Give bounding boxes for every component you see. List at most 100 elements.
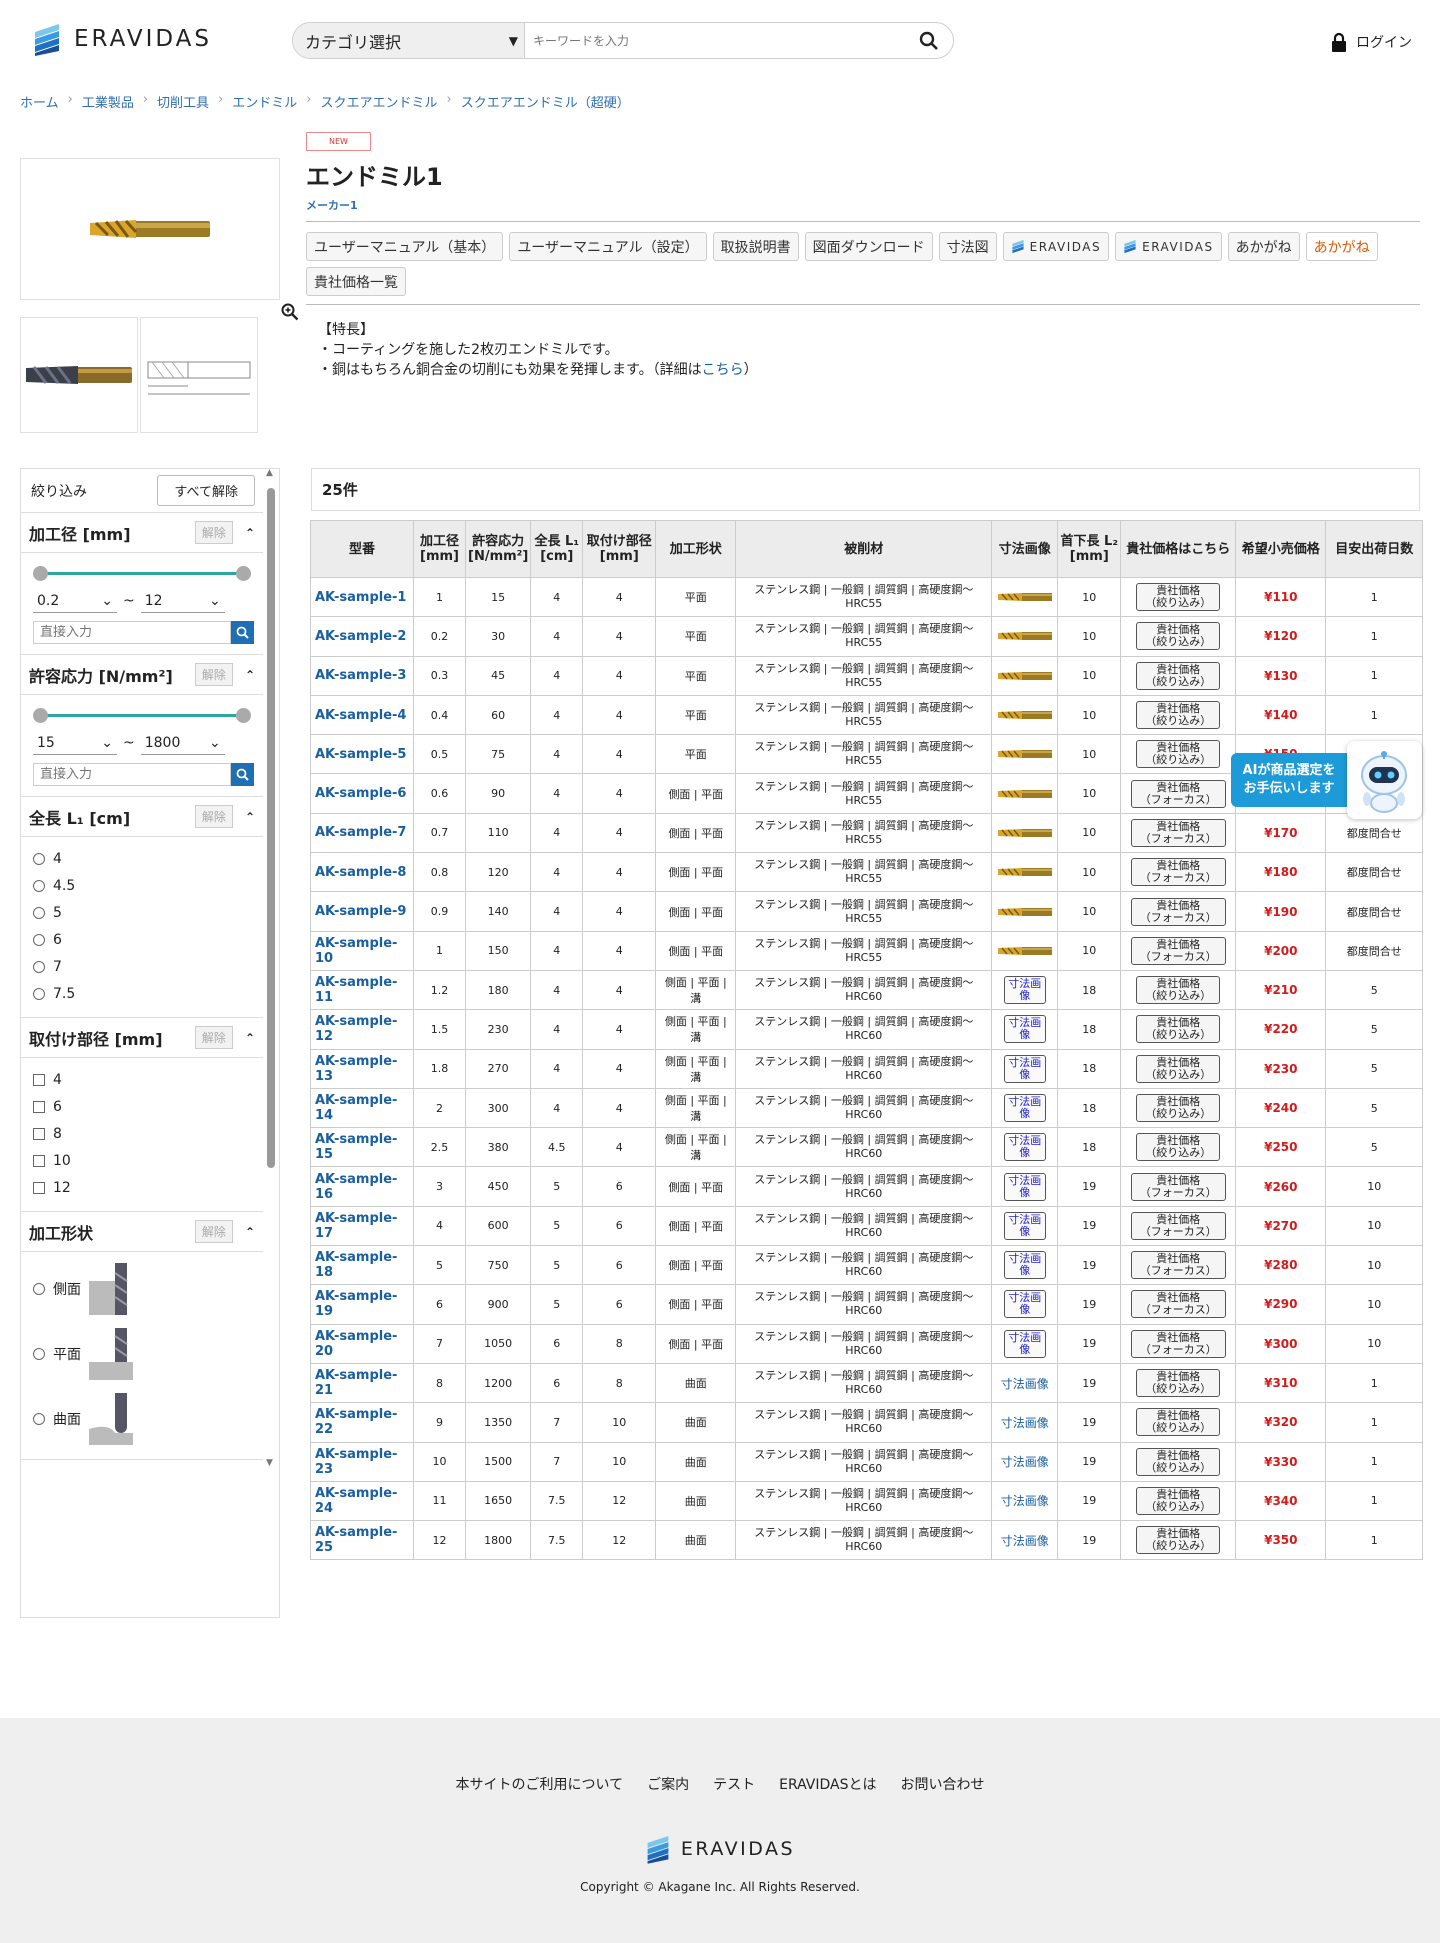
dimension-image-button[interactable]: 寸法画 像	[1003, 1290, 1046, 1319]
length-option[interactable]: 7.5	[33, 980, 263, 1007]
radio-button[interactable]	[33, 1347, 45, 1360]
doc-user-manual-settings[interactable]: ユーザーマニュアル（設定）	[509, 232, 707, 261]
length-option[interactable]: 5	[33, 899, 263, 926]
model-link[interactable]: AK-sample-25	[315, 1525, 397, 1555]
dimension-image-link[interactable]: 寸法画像	[1001, 1377, 1049, 1391]
slider-max-handle[interactable]	[236, 566, 251, 581]
radio-button[interactable]	[33, 852, 45, 865]
model-link[interactable]: AK-sample-20	[315, 1329, 397, 1359]
dimension-image-cell[interactable]	[991, 694, 1059, 736]
checkbox[interactable]	[33, 1100, 45, 1113]
doc-eravidas-2[interactable]: ERAVIDAS	[1115, 232, 1222, 261]
clear-filter-button[interactable]: 解除	[194, 1220, 233, 1243]
company-price-button[interactable]: 貴社価格 （フォーカス）	[1130, 1329, 1226, 1358]
model-link[interactable]: AK-sample-23	[315, 1447, 397, 1477]
company-price-button[interactable]: 貴社価格 （絞り込み）	[1136, 1447, 1221, 1476]
model-link[interactable]: AK-sample-10	[315, 936, 397, 966]
dimension-image-cell[interactable]	[991, 812, 1059, 854]
company-price-button[interactable]: 貴社価格 （フォーカス）	[1130, 779, 1226, 808]
direct-search-button[interactable]	[231, 763, 254, 786]
model-link[interactable]: AK-sample-9	[315, 904, 406, 919]
dimension-image-button[interactable]: 寸法画 像	[1003, 1133, 1046, 1162]
model-link[interactable]: AK-sample-15	[315, 1132, 397, 1162]
dimension-image-cell[interactable]	[991, 852, 1059, 893]
filter-group-header[interactable]: 許容応力 [N/mm²] 解除 ⌃	[21, 655, 263, 695]
dimension-image-cell[interactable]	[991, 734, 1059, 775]
mount-option[interactable]: 4	[33, 1066, 263, 1093]
dimension-image-cell[interactable]	[991, 616, 1059, 657]
ai-robot-avatar[interactable]	[1347, 741, 1422, 819]
doc-instructions[interactable]: 取扱説明書	[712, 232, 799, 261]
company-price-button[interactable]: 貴社価格 （絞り込み）	[1136, 583, 1221, 612]
length-option[interactable]: 6	[33, 926, 263, 953]
doc-eravidas-1[interactable]: ERAVIDAS	[1002, 232, 1110, 261]
footer-link-terms[interactable]: 本サイトのご利用について	[456, 1774, 624, 1794]
direct-input[interactable]	[33, 621, 231, 644]
length-option[interactable]: 4.5	[33, 872, 263, 899]
chevron-up-icon[interactable]: ⌃	[245, 810, 255, 824]
product-thumbnail[interactable]	[20, 317, 138, 433]
product-thumbnail-drawing[interactable]	[140, 317, 258, 433]
endmill-thumbnail-image[interactable]	[997, 944, 1053, 958]
radio-button[interactable]	[33, 960, 45, 973]
model-link[interactable]: AK-sample-19	[315, 1289, 397, 1319]
breadcrumb-item[interactable]: 切削工具	[157, 92, 209, 111]
slider-min-handle[interactable]	[33, 708, 48, 723]
footer-link-about[interactable]: ERAVIDASとは	[779, 1774, 876, 1794]
company-price-button[interactable]: 貴社価格 （フォーカス）	[1130, 818, 1226, 847]
company-price-button[interactable]: 貴社価格 （フォーカス）	[1130, 858, 1226, 887]
radio-button[interactable]	[33, 906, 45, 919]
mount-option[interactable]: 6	[33, 1093, 263, 1120]
model-link[interactable]: AK-sample-13	[315, 1054, 397, 1084]
dimension-image-button[interactable]: 寸法画 像	[1003, 1054, 1046, 1083]
endmill-thumbnail-image[interactable]	[997, 669, 1053, 683]
endmill-thumbnail-image[interactable]	[997, 590, 1053, 604]
breadcrumb-item[interactable]: ホーム	[20, 92, 59, 111]
model-link[interactable]: AK-sample-1	[315, 590, 406, 605]
doc-company-price-list[interactable]: 貴社価格一覧	[306, 267, 406, 296]
model-link[interactable]: AK-sample-17	[315, 1211, 397, 1241]
endmill-thumbnail-image[interactable]	[997, 826, 1053, 840]
checkbox[interactable]	[33, 1073, 45, 1086]
dimension-image-link[interactable]: 寸法画像	[1001, 1494, 1049, 1508]
radio-button[interactable]	[33, 987, 45, 1000]
company-price-button[interactable]: 貴社価格 （絞り込み）	[1136, 976, 1221, 1005]
doc-akagane-red[interactable]: あかがね	[1305, 232, 1378, 261]
radio-button[interactable]	[33, 1282, 45, 1295]
model-link[interactable]: AK-sample-4	[315, 708, 406, 723]
clear-filter-button[interactable]: 解除	[194, 1026, 233, 1049]
company-price-button[interactable]: 貴社価格 （フォーカス）	[1130, 936, 1226, 965]
filter-group-header[interactable]: 全長 L₁ [cm] 解除 ⌃	[21, 797, 263, 837]
company-price-button[interactable]: 貴社価格 （絞り込み）	[1136, 1408, 1221, 1437]
clear-all-button[interactable]: すべて解除	[157, 475, 255, 506]
dimension-image-link[interactable]: 寸法画像	[1001, 1534, 1049, 1548]
checkbox[interactable]	[33, 1181, 45, 1194]
model-link[interactable]: AK-sample-22	[315, 1407, 397, 1437]
dimension-image-button[interactable]: 寸法画 像	[1003, 1329, 1046, 1358]
slider-min-handle[interactable]	[33, 566, 48, 581]
length-option[interactable]: 7	[33, 953, 263, 980]
filter-group-header[interactable]: 加工径 [mm] 解除 ⌃	[21, 513, 263, 553]
company-price-button[interactable]: 貴社価格 （絞り込み）	[1136, 622, 1221, 651]
max-select[interactable]: 12 ⌄	[140, 589, 225, 613]
dimension-image-button[interactable]: 寸法画 像	[1003, 1172, 1046, 1201]
mount-option[interactable]: 12	[33, 1174, 263, 1201]
dimension-image-cell[interactable]	[991, 655, 1059, 696]
model-link[interactable]: AK-sample-2	[315, 629, 406, 644]
endmill-thumbnail-image[interactable]	[997, 905, 1053, 919]
zoom-in-icon[interactable]	[281, 303, 299, 321]
scrollbar-thumb[interactable]	[267, 488, 275, 1168]
breadcrumb-item[interactable]: エンドミル	[232, 92, 297, 111]
radio-button[interactable]	[33, 1412, 45, 1425]
company-price-button[interactable]: 貴社価格 （絞り込み）	[1136, 1015, 1221, 1044]
dimension-image-link[interactable]: 寸法画像	[1001, 1416, 1049, 1430]
company-price-button[interactable]: 貴社価格 （絞り込み）	[1136, 1369, 1221, 1398]
footer-logo[interactable]: ERAVIDAS	[0, 1834, 1440, 1864]
min-select[interactable]: 0.2 ⌄	[33, 589, 117, 613]
breadcrumb-item[interactable]: スクエアエンドミル	[320, 92, 437, 111]
ai-assistant-button[interactable]: AIが商品選定を お手伝いします	[1231, 753, 1347, 807]
company-price-button[interactable]: 貴社価格 （絞り込み）	[1136, 1054, 1221, 1083]
radio-button[interactable]	[33, 879, 45, 892]
endmill-thumbnail-image[interactable]	[997, 747, 1053, 761]
footer-link-guide[interactable]: ご案内	[647, 1774, 689, 1794]
